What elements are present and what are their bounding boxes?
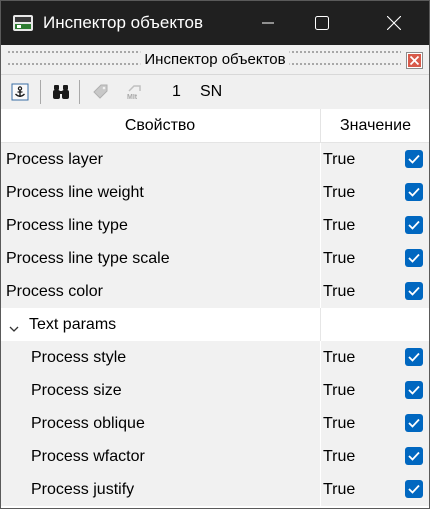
property-label: Process line type scale xyxy=(6,250,170,267)
property-value: True xyxy=(323,349,356,366)
column-divider xyxy=(320,308,321,341)
checkbox-icon[interactable] xyxy=(405,414,423,432)
binoculars-icon xyxy=(53,85,69,99)
property-value: True xyxy=(323,481,356,498)
property-label: Process layer xyxy=(6,151,103,168)
column-divider xyxy=(320,473,321,506)
property-label: Process style xyxy=(31,349,127,366)
checkbox-icon[interactable] xyxy=(405,150,423,168)
property-row[interactable]: Process style True xyxy=(1,341,429,374)
property-label: Process line weight xyxy=(6,184,144,201)
maximize-icon xyxy=(315,16,329,30)
checkbox-icon[interactable] xyxy=(405,282,423,300)
property-value: True xyxy=(323,184,356,201)
selection-count: 1 xyxy=(172,83,181,100)
column-header-value[interactable]: Значение xyxy=(320,109,429,142)
property-row[interactable]: Process line type scale True xyxy=(1,242,429,275)
property-value: True xyxy=(323,382,356,399)
anchor-icon xyxy=(11,83,29,101)
title-bar[interactable]: Инспектор объектов xyxy=(1,1,429,45)
property-grid: Свойство Значение Process layer True Pro… xyxy=(1,109,429,506)
column-divider xyxy=(320,209,321,242)
checkbox-icon[interactable] xyxy=(405,183,423,201)
column-divider xyxy=(320,407,321,440)
grid-header: Свойство Значение xyxy=(1,109,429,143)
match-properties-button[interactable]: MIt xyxy=(125,82,145,102)
match-properties-icon: MIt xyxy=(127,85,141,101)
property-value: True xyxy=(323,283,356,300)
panel-close-button[interactable] xyxy=(406,52,423,69)
property-row[interactable]: Process oblique True xyxy=(1,407,429,440)
checkbox-icon[interactable] xyxy=(405,216,423,234)
svg-text:MIt: MIt xyxy=(127,94,138,101)
group-row-text-params[interactable]: Text params xyxy=(1,308,429,341)
property-row[interactable]: Process wfactor True xyxy=(1,440,429,473)
toolbar: MIt 1 SN xyxy=(1,75,429,110)
property-value: True xyxy=(323,250,356,267)
checkbox-icon[interactable] xyxy=(405,381,423,399)
property-value: True xyxy=(323,415,356,432)
property-row[interactable]: Process line type True xyxy=(1,209,429,242)
tag-button[interactable] xyxy=(90,82,110,102)
checkbox-icon[interactable] xyxy=(405,348,423,366)
toolbar-separator xyxy=(40,80,41,104)
window-title: Инспектор объектов xyxy=(43,13,204,32)
property-value: True xyxy=(323,448,356,465)
column-divider xyxy=(320,341,321,374)
anchor-button[interactable] xyxy=(10,82,30,102)
mode-label[interactable]: SN xyxy=(200,83,222,101)
property-label: Process line type xyxy=(6,217,128,234)
property-row[interactable]: Process layer True xyxy=(1,143,429,176)
toolbar-separator xyxy=(79,80,80,104)
property-label: Process wfactor xyxy=(31,448,145,465)
column-divider xyxy=(320,242,321,275)
column-divider xyxy=(320,374,321,407)
column-divider xyxy=(320,143,321,176)
close-icon xyxy=(387,16,401,30)
maximize-button[interactable] xyxy=(299,1,345,45)
app-icon xyxy=(13,15,33,31)
checkbox-icon[interactable] xyxy=(405,480,423,498)
property-row[interactable]: Process justify True xyxy=(1,473,429,506)
checkbox-icon[interactable] xyxy=(405,447,423,465)
minimize-icon xyxy=(262,22,274,24)
property-row[interactable]: Process size True xyxy=(1,374,429,407)
property-row[interactable]: Process color True xyxy=(1,275,429,308)
property-value: True xyxy=(323,151,356,168)
column-divider xyxy=(320,275,321,308)
tag-icon xyxy=(93,84,108,99)
property-label: Process justify xyxy=(31,481,135,498)
property-label: Process size xyxy=(31,382,122,399)
column-divider xyxy=(320,440,321,473)
minimize-button[interactable] xyxy=(245,1,291,45)
property-label: Process oblique xyxy=(31,415,145,432)
panel-title: Инспектор объектов xyxy=(140,51,290,68)
property-row[interactable]: Process line weight True xyxy=(1,176,429,209)
column-divider xyxy=(320,176,321,209)
chevron-down-icon[interactable] xyxy=(9,320,19,332)
object-inspector-window: Инспектор объектов Инспектор объектов MI… xyxy=(0,0,430,509)
checkbox-icon[interactable] xyxy=(405,249,423,267)
find-button[interactable] xyxy=(51,82,71,102)
group-label: Text params xyxy=(29,316,117,333)
panel-header[interactable]: Инспектор объектов xyxy=(1,45,429,75)
close-button[interactable] xyxy=(371,1,417,45)
property-label: Process color xyxy=(6,283,103,300)
column-header-property[interactable]: Свойство xyxy=(1,109,319,142)
panel-close-icon xyxy=(406,52,423,69)
property-value: True xyxy=(323,217,356,234)
